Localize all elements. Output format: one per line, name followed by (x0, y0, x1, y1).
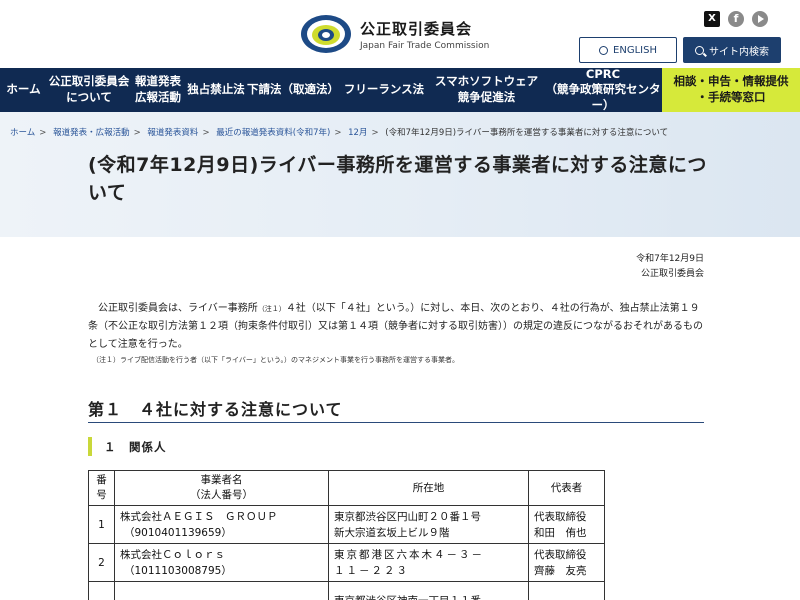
nav-item-about[interactable]: 公正取引委員会 について (47, 68, 131, 112)
english-button[interactable]: ENGLISH (579, 37, 677, 63)
cell-name: 株式会社ＡＥＧＩＳ ＧＲＯＵＰ （9010401139659） (114, 505, 329, 545)
site-search-label: サイト内検索 (709, 46, 769, 58)
site-header: 公正取引委員会 Japan Fair Trade Commission X f … (0, 0, 800, 68)
nav-item-antimonopoly[interactable]: 独占禁止法 (185, 68, 247, 112)
company-name: 株式会社Ｃｏｌｏｒｓ (120, 548, 225, 561)
date-line: 令和7年12月9日 (636, 254, 704, 264)
globe-icon (599, 45, 609, 55)
breadcrumb-recent[interactable]: 最近の報道発表資料(令和7年) (216, 128, 330, 138)
cell-rep: 代表取締役 齊藤 友亮 (528, 543, 605, 583)
nav-item-smartphone[interactable]: スマホソフトウェア 競争促進法 (429, 68, 544, 112)
header-no: 番 号 (88, 469, 115, 507)
nav-item-consultation[interactable]: 相談・申告・情報提供 ・手続等窓口 (662, 68, 800, 112)
corp-number: （1011103008795） (124, 564, 232, 577)
table-header-row: 番 号 事業者名 （法人番号） 所在地 代表者 (88, 469, 605, 507)
table-row: 1 株式会社ＡＥＧＩＳ ＧＲＯＵＰ （9010401139659） 東京都渋谷区円… (88, 505, 605, 545)
table-row: 東京都渋谷区神南一丁目１１番 (88, 581, 605, 600)
jftc-logo-icon[interactable] (300, 14, 352, 54)
section-divider (88, 422, 704, 423)
corp-number: （9010401139659） (124, 526, 232, 539)
issuer-line: 公正取引委員会 (640, 269, 704, 280)
cell-address: 東京都港区六本木４－３－ １１－２２３ (328, 543, 529, 583)
breadcrumb-current: (令和7年12月9日)ライバー事務所を運営する事業者に対する注意について (385, 128, 669, 138)
cell-no: 1 (88, 505, 115, 545)
cell-name: 株式会社Ｃｏｌｏｒｓ （1011103008795） (114, 543, 329, 583)
release-date: 令和7年12月9日 公正取引委員会 (636, 252, 704, 283)
cell-rep (528, 581, 605, 600)
subsection-title: １ 関係人 (104, 440, 167, 454)
nav-item-subcontract[interactable]: 下請法（取適法） (247, 68, 339, 112)
english-label: ENGLISH (613, 44, 657, 56)
section-title: 第１ ４社に対する注意について (88, 400, 343, 419)
breadcrumb-home[interactable]: ホーム (10, 128, 35, 138)
breadcrumb: ホーム > 報道発表・広報活動 > 報道発表資料 > 最近の報道発表資料(令和7年) >… (10, 128, 669, 138)
nav-item-press[interactable]: 報道発表 広報活動 (131, 68, 185, 112)
cell-no (88, 581, 115, 600)
page-title: (令和7年12月9日)ライバー事務所を運営する事業者に対する注意について (88, 154, 707, 204)
cell-address: 東京都渋谷区神南一丁目１１番 (328, 581, 529, 600)
search-icon (695, 45, 704, 55)
intro-paragraph: 公正取引委員会は、ライバー事務所（注１）４社（以下「４社」という。）に対し、本日… (88, 300, 708, 354)
intro-text-1: 公正取引委員会は、ライバー事務所 (98, 303, 258, 314)
cell-rep: 代表取締役 和田 侑也 (528, 505, 605, 545)
header-name: 事業者名 （法人番号） (114, 469, 329, 507)
facebook-icon[interactable]: f (728, 11, 744, 27)
global-nav: ホーム 公正取引委員会 について 報道発表 広報活動 独占禁止法 下請法（取適法… (0, 67, 800, 112)
breadcrumb-press[interactable]: 報道発表・広報活動 (53, 128, 130, 138)
table-row: 2 株式会社Ｃｏｌｏｒｓ （1011103008795） 東京都港区六本木４－３－… (88, 543, 605, 583)
subsection-marker (88, 437, 92, 456)
header-rep: 代表者 (528, 469, 605, 507)
site-name[interactable]: 公正取引委員会 (360, 18, 472, 39)
note-mark: （注１） (257, 305, 286, 313)
breadcrumb-month[interactable]: 12月 (348, 128, 367, 138)
footnote: （注１）ライブ配信活動を行う者（以下「ライバー」という。）のマネジメント事業を行… (92, 356, 459, 364)
cell-no: 2 (88, 543, 115, 583)
related-parties-table: 番 号 事業者名 （法人番号） 所在地 代表者 1 株式会社ＡＥＧＩＳ ＧＲＯＵ… (88, 469, 605, 600)
nav-item-home[interactable]: ホーム (0, 68, 47, 112)
x-icon[interactable]: X (704, 11, 720, 27)
nav-item-cprc[interactable]: CPRC （競争政策研究センター） (544, 67, 662, 112)
breadcrumb-releases[interactable]: 報道発表資料 (147, 128, 198, 138)
header-address: 所在地 (328, 469, 529, 507)
nav-item-freelance[interactable]: フリーランス法 (339, 68, 429, 112)
cell-name (114, 581, 329, 600)
cell-address: 東京都渋谷区円山町２０番１号 新大宗道玄坂上ビル９階 (328, 505, 529, 545)
site-search-button[interactable]: サイト内検索 (683, 37, 781, 63)
company-name: 株式会社ＡＥＧＩＳ ＧＲＯＵＰ (120, 510, 278, 523)
site-name-en: Japan Fair Trade Commission (360, 41, 490, 51)
youtube-icon[interactable] (752, 11, 768, 27)
